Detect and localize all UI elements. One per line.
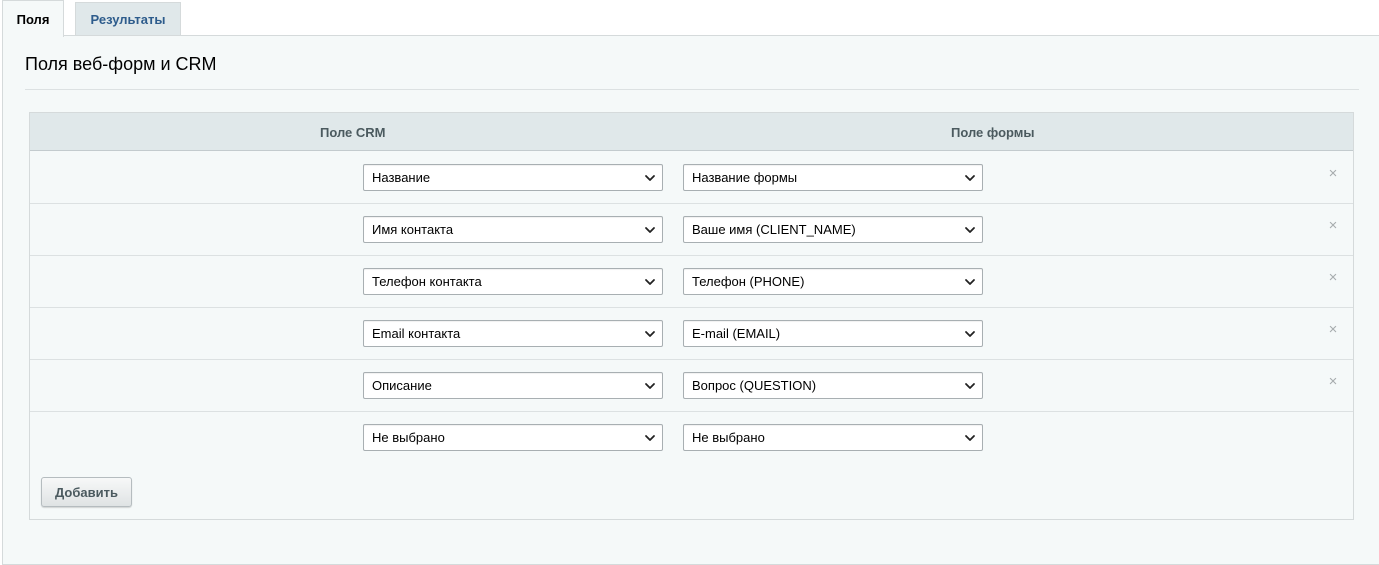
page-title: Поля веб-форм и CRM (25, 54, 217, 74)
table-row: Email контакта E-mail (EMAIL) × (30, 308, 1353, 360)
form-field-select[interactable]: Телефон (PHONE) (683, 268, 983, 295)
table-row: Не выбрано Не выбрано (30, 412, 1353, 464)
column-header-crm-field: Поле CRM (320, 124, 386, 140)
select-value: Ваше имя (CLIENT_NAME) (692, 222, 856, 237)
form-field-select[interactable]: Не выбрано (683, 424, 983, 451)
tab-fields[interactable]: Поля (2, 0, 64, 37)
field-mapping-table: Поле CRM Поле формы Название Название фор… (29, 112, 1354, 520)
chevron-down-icon (644, 328, 656, 340)
form-field-select[interactable]: Вопрос (QUESTION) (683, 372, 983, 399)
crm-field-select[interactable]: Имя контакта (363, 216, 663, 243)
select-value: Название формы (692, 170, 798, 185)
select-value: Вопрос (QUESTION) (692, 378, 817, 393)
table-header: Поле CRM Поле формы (30, 113, 1353, 151)
crm-field-select[interactable]: Телефон контакта (363, 268, 663, 295)
close-icon[interactable]: × (1326, 321, 1340, 338)
select-value: Не выбрано (692, 430, 765, 445)
title-divider (25, 89, 1359, 90)
crm-field-select[interactable]: Email контакта (363, 320, 663, 347)
chevron-down-icon (644, 276, 656, 288)
form-field-select[interactable]: Ваше имя (CLIENT_NAME) (683, 216, 983, 243)
form-field-select[interactable]: E-mail (EMAIL) (683, 320, 983, 347)
select-value: E-mail (EMAIL) (692, 326, 781, 341)
select-value: Описание (372, 378, 432, 393)
fields-panel: Поля веб-форм и CRM Поле CRM Поле формы … (2, 35, 1379, 565)
close-icon[interactable]: × (1326, 373, 1340, 390)
chevron-down-icon (964, 172, 976, 184)
table-row: Имя контакта Ваше имя (CLIENT_NAME) × (30, 204, 1353, 256)
chevron-down-icon (964, 328, 976, 340)
table-row: Описание Вопрос (QUESTION) × (30, 360, 1353, 412)
crm-field-select[interactable]: Не выбрано (363, 424, 663, 451)
chevron-down-icon (644, 432, 656, 444)
tab-results[interactable]: Результаты (75, 2, 181, 36)
close-icon[interactable]: × (1326, 269, 1340, 286)
chevron-down-icon (964, 380, 976, 392)
chevron-down-icon (964, 276, 976, 288)
table-row: Название Название формы × (30, 152, 1353, 204)
close-icon[interactable]: × (1326, 217, 1340, 234)
column-header-form-field: Поле формы (951, 124, 1035, 140)
crm-field-select[interactable]: Описание (363, 372, 663, 399)
select-value: Название (372, 170, 431, 185)
tab-bar: Поля Результаты (0, 0, 1379, 37)
crm-field-select[interactable]: Название (363, 164, 663, 191)
table-row: Телефон контакта Телефон (PHONE) × (30, 256, 1353, 308)
chevron-down-icon (644, 224, 656, 236)
chevron-down-icon (644, 172, 656, 184)
add-mapping-button[interactable]: Добавить (41, 477, 132, 507)
form-field-select[interactable]: Название формы (683, 164, 983, 191)
select-value: Не выбрано (372, 430, 445, 445)
select-value: Email контакта (372, 326, 461, 341)
select-value: Телефон (PHONE) (692, 274, 805, 289)
chevron-down-icon (644, 380, 656, 392)
chevron-down-icon (964, 432, 976, 444)
select-value: Телефон контакта (372, 274, 482, 289)
chevron-down-icon (964, 224, 976, 236)
select-value: Имя контакта (372, 222, 454, 237)
close-icon[interactable]: × (1326, 165, 1340, 182)
